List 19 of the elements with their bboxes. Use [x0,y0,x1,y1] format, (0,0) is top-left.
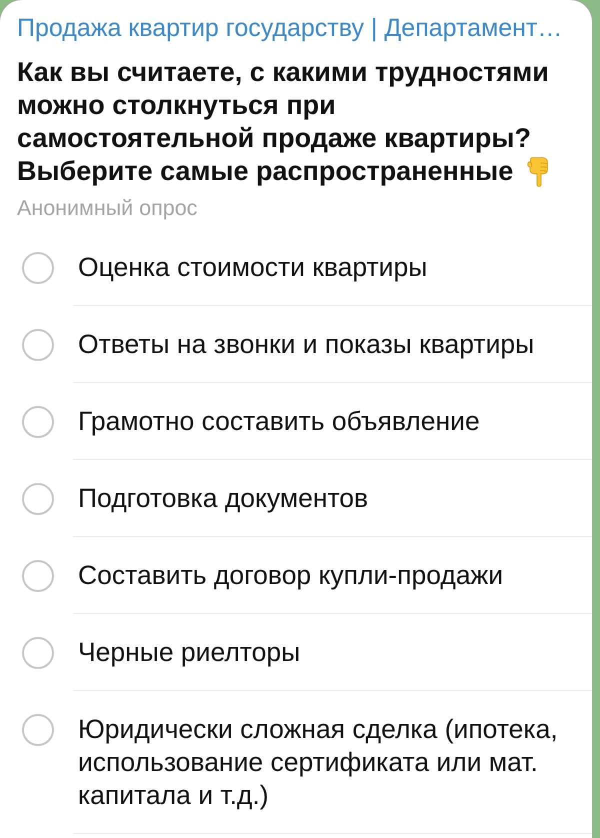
radio-button[interactable] [22,636,54,668]
option-label[interactable]: Юридически сложная сделка (ипотека, использование сертификата или мат. капитала и т.д.) [78,713,582,812]
option-label[interactable]: Черные риелторы [78,636,300,669]
radio-button[interactable] [22,714,54,746]
poll-type-label: Анонимный опрос [17,196,198,220]
radio-button[interactable] [22,560,54,592]
radio-button[interactable] [22,252,54,284]
radio-button[interactable] [22,482,54,514]
option-label[interactable]: Ответы на звонки и показы квартиры [78,328,534,361]
option-label[interactable]: Составить договор купли-продажи [78,559,504,592]
poll-instruction: Выберите самые распространенные [17,155,514,188]
option-label[interactable]: Оценка стоимости квартиры [78,251,428,284]
radio-button[interactable] [22,406,54,438]
radio-button[interactable] [22,328,54,360]
pointing-down-hand-icon [527,156,550,186]
option-label[interactable]: Грамотно составить объявление [78,405,480,438]
poll-question: Как вы считаете, с какими трудностями можно столкнуться при самостоятельной продаже квартиры? [17,56,550,155]
option-label[interactable]: Подготовка документов [78,482,368,515]
channel-name[interactable]: Продажа квартир государству | Департамент… [17,13,576,43]
